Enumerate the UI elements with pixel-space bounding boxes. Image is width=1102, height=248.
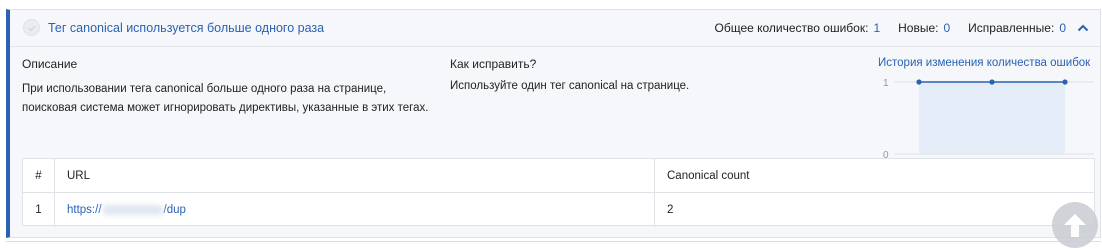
y-tick-label-1: 1 <box>883 78 889 89</box>
arrow-up-icon <box>1064 214 1086 237</box>
table-header-row: # URL Canonical count <box>23 159 1094 193</box>
row-url-cell: https:// /dup <box>55 193 655 227</box>
data-point-1 <box>916 79 922 85</box>
total-errors-value[interactable]: 1 <box>873 21 880 35</box>
chevron-up-icon[interactable] <box>1076 21 1090 35</box>
section-divider <box>6 241 1101 242</box>
row-canonical-count: 2 <box>667 204 674 216</box>
scroll-to-top-button[interactable] <box>1052 202 1098 248</box>
row-number: 1 <box>23 193 55 227</box>
new-errors-label: Новые: <box>898 21 939 35</box>
fix-text: Используйте один тег canonical на страни… <box>450 80 690 92</box>
area-fill <box>919 82 1065 154</box>
new-errors-value[interactable]: 0 <box>943 21 950 35</box>
url-suffix: /dup <box>163 204 186 216</box>
fixed-errors-value[interactable]: 0 <box>1059 21 1066 35</box>
description-text: При использовании тега canonical больше … <box>22 83 429 114</box>
issue-header[interactable]: Тег canonical используется больше одного… <box>10 10 1100 47</box>
fixed-errors-label: Исправленные: <box>968 21 1055 35</box>
column-header-canonical-count: Canonical count <box>667 170 750 182</box>
description-heading: Описание <box>22 57 78 71</box>
fix-heading: Как исправить? <box>450 57 537 71</box>
table-row: 1 https:// /dup 2 <box>23 193 1094 227</box>
history-title[interactable]: История изменения количества ошибок <box>878 57 1090 69</box>
url-link[interactable]: https:// /dup <box>67 204 186 216</box>
error-history-chart: 01 <box>883 78 1094 160</box>
column-header-url: URL <box>55 159 655 193</box>
data-point-3 <box>1062 79 1068 85</box>
errors-table: # URL Canonical count 1 https:// /dup 2 <box>22 158 1095 227</box>
url-prefix: https:// <box>67 204 102 216</box>
url-redacted <box>102 204 163 215</box>
issue-stats: Общее количество ошибок: 1 Новые: 0 Испр… <box>715 21 1091 35</box>
issue-title[interactable]: Тег canonical используется больше одного… <box>48 21 324 35</box>
status-check-icon <box>23 19 40 36</box>
data-point-2 <box>989 79 995 85</box>
total-errors-label: Общее количество ошибок: <box>714 21 869 35</box>
column-header-number: # <box>23 159 55 193</box>
issue-panel: Тег canonical используется больше одного… <box>6 9 1101 238</box>
